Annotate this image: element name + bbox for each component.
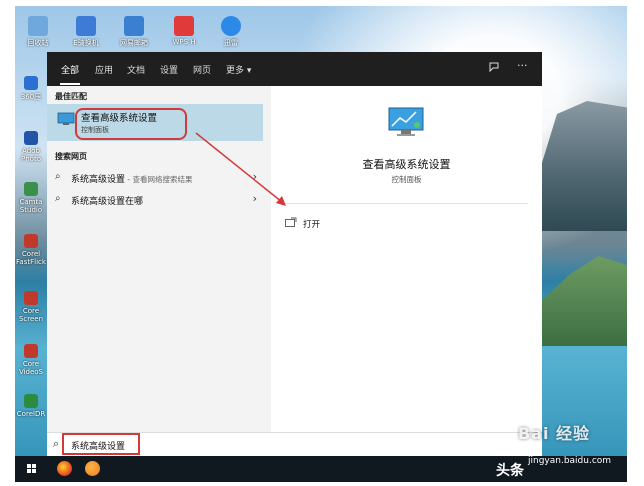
- corel-icon: [24, 344, 38, 358]
- result-detail-pane: 查看高级系统设置 控制面板 打开: [271, 86, 542, 432]
- app-icon: [221, 16, 241, 36]
- annotation-highlight: [75, 108, 187, 140]
- detail-subtitle: 控制面板: [391, 175, 422, 184]
- desktop-icon-photoshop[interactable]: Adob Photo: [15, 131, 47, 163]
- desktop-icon-app-1[interactable]: E骑换机: [67, 16, 105, 48]
- app-icon: [76, 16, 96, 36]
- tab-documents[interactable]: 文档: [127, 63, 145, 76]
- corel-icon: [24, 234, 38, 248]
- watermark-url: jingyan.baidu.com: [528, 456, 612, 466]
- app-taskbar-icon[interactable]: [85, 461, 100, 476]
- search-filter-bar: 全部 应用 文档 设置 网页 更多 ▾ ···: [47, 52, 542, 86]
- tab-apps[interactable]: 应用: [95, 63, 113, 76]
- windows-start-icon[interactable]: [27, 464, 37, 474]
- search-icon: ⌕: [53, 437, 60, 450]
- coreldraw-icon: [24, 394, 38, 408]
- recycle-bin-icon: [28, 16, 48, 36]
- feedback-icon[interactable]: [488, 61, 500, 76]
- web-result-text: 系统高级设置在哪: [71, 197, 144, 207]
- photoshop-icon: [24, 131, 38, 145]
- web-result-hint: - 查看网络搜索结果: [125, 175, 193, 184]
- ellipsis-icon[interactable]: ···: [517, 59, 528, 72]
- desktop-icon-videostudio[interactable]: Core VideoS: [15, 344, 47, 376]
- desktop-icon-camtasia[interactable]: Camta Studio: [15, 182, 47, 214]
- corel-icon: [24, 291, 38, 305]
- wallpaper-hill: [532, 256, 627, 346]
- web-result-text: 系统高级设置: [71, 175, 126, 185]
- web-result-item[interactable]: ⌕ 系统高级设置 - 查看网络搜索结果 ›: [47, 168, 271, 188]
- camtasia-icon: [24, 182, 38, 196]
- watermark-toutiao: 头条: [496, 463, 524, 479]
- open-label: 打开: [303, 220, 321, 230]
- detail-title: 查看高级系统设置: [362, 158, 451, 171]
- search-icon: ⌕: [55, 171, 61, 182]
- active-tab-indicator: [60, 83, 80, 85]
- desktop-icon-fastflick[interactable]: Corel FastFlick: [15, 234, 47, 266]
- desktop-icon-wps[interactable]: WPS H: [165, 16, 203, 46]
- divider: [285, 203, 528, 204]
- app-icon: [24, 76, 38, 90]
- desktop-icon-recycle-bin[interactable]: 回收站: [19, 16, 57, 48]
- web-search-heading: 搜索网页: [55, 152, 87, 161]
- monitor-icon: [57, 112, 75, 125]
- desktop-icon-360[interactable]: 360压: [15, 76, 47, 102]
- annotation-highlight: [62, 433, 140, 455]
- desktop-icon-app-5[interactable]: 迅雷: [212, 16, 250, 48]
- watermark-logo: Bai 经验: [518, 424, 591, 443]
- desktop-icon-coreldraw[interactable]: CorelDR: [15, 394, 47, 418]
- monitor-icon: [388, 107, 424, 136]
- search-icon: ⌕: [55, 193, 61, 204]
- firefox-icon[interactable]: [57, 461, 72, 476]
- tab-more[interactable]: 更多 ▾: [226, 63, 251, 76]
- wallpaper-mountain: [527, 101, 627, 231]
- best-match-heading: 最佳匹配: [55, 92, 87, 101]
- open-window-icon: [285, 217, 297, 227]
- web-result-item[interactable]: ⌕ 系统高级设置在哪 ›: [47, 190, 271, 210]
- chevron-right-icon[interactable]: ›: [253, 170, 257, 183]
- desktop-icon-screen[interactable]: Core Screen: [15, 291, 47, 323]
- tab-settings[interactable]: 设置: [160, 63, 178, 76]
- wps-icon: [174, 16, 194, 36]
- tab-all[interactable]: 全部: [61, 63, 79, 76]
- chevron-right-icon[interactable]: ›: [253, 192, 257, 205]
- app-icon: [124, 16, 144, 36]
- desktop-icon-app-2[interactable]: 网易邮箱: [115, 16, 153, 48]
- tab-web[interactable]: 网页: [193, 63, 211, 76]
